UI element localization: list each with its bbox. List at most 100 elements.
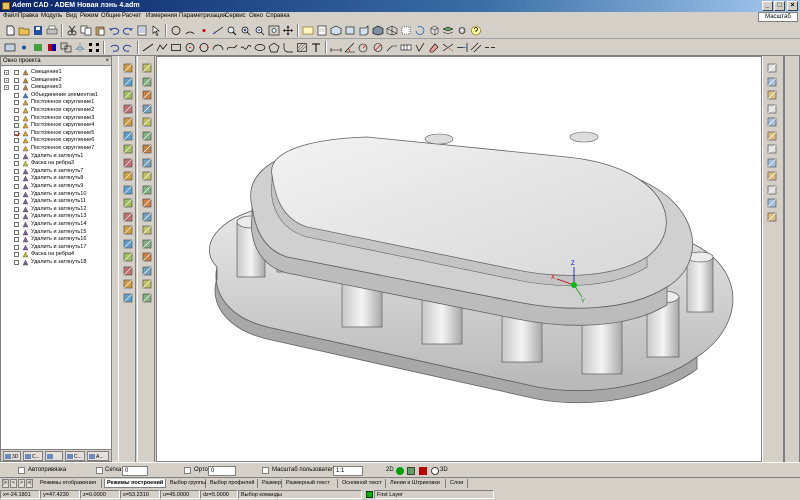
new-file-icon[interactable] bbox=[4, 25, 16, 36]
checker-icon[interactable] bbox=[766, 211, 778, 223]
zoom-out-icon[interactable] bbox=[254, 25, 266, 36]
layers-icon[interactable] bbox=[442, 25, 454, 36]
undo-icon[interactable] bbox=[108, 25, 120, 36]
visibility-checkbox[interactable] bbox=[14, 214, 19, 220]
visibility-checkbox[interactable] bbox=[14, 153, 19, 159]
visibility-checkbox[interactable] bbox=[14, 252, 19, 258]
shell-icon[interactable] bbox=[122, 116, 134, 128]
zoom-in-icon[interactable] bbox=[240, 25, 252, 36]
visibility-checkbox[interactable] bbox=[14, 92, 19, 98]
settings-icon[interactable] bbox=[456, 25, 468, 36]
view-iso-icon[interactable] bbox=[330, 25, 342, 36]
visibility-checkbox[interactable] bbox=[14, 77, 19, 83]
rectangle-draw-icon[interactable] bbox=[766, 89, 778, 101]
visibility-checkbox[interactable] bbox=[14, 146, 19, 151]
autosnap-checkbox[interactable] bbox=[18, 467, 25, 474]
view-front-icon[interactable] bbox=[358, 25, 370, 36]
dimension-draw-icon[interactable] bbox=[766, 170, 778, 182]
menu-help[interactable]: Справка bbox=[266, 13, 290, 19]
visibility-checkbox[interactable] bbox=[14, 244, 19, 250]
offset-surface-icon[interactable] bbox=[122, 265, 134, 277]
project-icon[interactable] bbox=[141, 251, 153, 263]
menu-general[interactable]: Общие bbox=[101, 13, 121, 19]
circle-3pt-icon[interactable] bbox=[198, 42, 210, 53]
box-icon[interactable] bbox=[141, 116, 153, 128]
polygon-icon[interactable] bbox=[268, 42, 280, 53]
visibility-checkbox[interactable] bbox=[14, 115, 19, 121]
mirror-solid-icon[interactable] bbox=[122, 238, 134, 250]
menu-file[interactable]: Файл bbox=[3, 13, 18, 19]
array-icon[interactable] bbox=[88, 42, 100, 53]
visibility-checkbox[interactable] bbox=[14, 85, 19, 91]
new-model-icon[interactable] bbox=[302, 25, 314, 36]
circle-draw-icon[interactable] bbox=[766, 130, 778, 142]
last-tab-button[interactable]: >| bbox=[26, 479, 33, 488]
hatch-icon[interactable] bbox=[296, 42, 308, 53]
ellipse-icon[interactable] bbox=[254, 42, 266, 53]
wedge-icon[interactable] bbox=[141, 184, 153, 196]
print-icon[interactable] bbox=[46, 25, 58, 36]
menu-window[interactable]: Окно bbox=[249, 13, 263, 19]
close-button[interactable]: × bbox=[787, 1, 798, 11]
menu-measure[interactable]: Измерения bbox=[146, 13, 177, 19]
extrude-icon[interactable] bbox=[122, 62, 134, 74]
3d-model[interactable]: Z X Y bbox=[157, 57, 761, 461]
visibility-checkbox[interactable] bbox=[14, 199, 19, 205]
shade-icon[interactable] bbox=[372, 25, 384, 36]
visibility-checkbox[interactable] bbox=[14, 108, 19, 113]
sketch-icon[interactable] bbox=[141, 62, 153, 74]
grid-snap-icon[interactable] bbox=[766, 184, 778, 196]
visibility-checkbox[interactable] bbox=[14, 168, 19, 174]
axis-icon[interactable] bbox=[141, 89, 153, 101]
next-tab-button[interactable]: > bbox=[18, 479, 25, 488]
first-tab-button[interactable]: |< bbox=[2, 479, 9, 488]
cone-icon[interactable] bbox=[141, 143, 153, 155]
zoom-all-icon[interactable] bbox=[268, 25, 280, 36]
visibility-checkbox[interactable] bbox=[14, 176, 19, 182]
polygon-draw-icon[interactable] bbox=[766, 103, 778, 115]
hidden-lines-icon[interactable] bbox=[400, 25, 412, 36]
chamfer-edge-icon[interactable] bbox=[122, 184, 134, 196]
minimize-button[interactable]: _ bbox=[762, 1, 773, 11]
visibility-checkbox[interactable] bbox=[14, 229, 19, 235]
menu-view[interactable]: Вид bbox=[66, 13, 77, 19]
check-icon[interactable] bbox=[766, 197, 778, 209]
menu-edit[interactable]: Правка bbox=[18, 13, 38, 19]
visibility-checkbox[interactable] bbox=[14, 237, 19, 243]
redo-icon[interactable] bbox=[122, 25, 134, 36]
mode-tab[interactable]: Размер bbox=[260, 479, 282, 488]
visibility-checkbox[interactable] bbox=[14, 138, 19, 144]
break-icon[interactable] bbox=[484, 42, 496, 53]
mode-3d-radio[interactable] bbox=[431, 467, 439, 475]
copy-icon[interactable] bbox=[80, 25, 92, 36]
help-icon[interactable] bbox=[470, 25, 482, 36]
visibility-checkbox[interactable] bbox=[14, 260, 19, 265]
sphere-icon[interactable] bbox=[141, 157, 153, 169]
polyline-icon[interactable] bbox=[156, 42, 168, 53]
tab-3d[interactable]: 3D bbox=[3, 451, 21, 461]
curve3d-icon[interactable] bbox=[141, 224, 153, 236]
knit-icon[interactable] bbox=[122, 292, 134, 304]
redo-geometry-icon[interactable] bbox=[122, 42, 134, 53]
mode-tab[interactable]: Режимы отображения bbox=[38, 479, 102, 488]
copy-geometry-icon[interactable] bbox=[60, 42, 72, 53]
trim-icon[interactable] bbox=[442, 42, 454, 53]
undo-geometry-icon[interactable] bbox=[108, 42, 120, 53]
visibility-checkbox[interactable] bbox=[14, 130, 19, 136]
angle-dim-icon[interactable] bbox=[344, 42, 356, 53]
loft-icon[interactable] bbox=[122, 103, 134, 115]
prev-tab-button[interactable]: < bbox=[10, 479, 17, 488]
tab-sheets[interactable]: C... bbox=[65, 451, 85, 461]
visibility-checkbox[interactable] bbox=[14, 191, 19, 197]
spline-icon[interactable] bbox=[226, 42, 238, 53]
measure3d-icon[interactable] bbox=[141, 292, 153, 304]
tolerance-icon[interactable] bbox=[400, 42, 412, 53]
mode-tab[interactable]: Режимы построений bbox=[104, 479, 166, 488]
properties-icon[interactable] bbox=[136, 25, 148, 36]
trim-surface-icon[interactable] bbox=[122, 278, 134, 290]
layer-icon[interactable] bbox=[32, 42, 44, 53]
constraint-icon[interactable] bbox=[766, 143, 778, 155]
intersect-icon[interactable] bbox=[141, 265, 153, 277]
helix-icon[interactable] bbox=[141, 238, 153, 250]
menu-param[interactable]: Параметризация bbox=[179, 13, 226, 19]
